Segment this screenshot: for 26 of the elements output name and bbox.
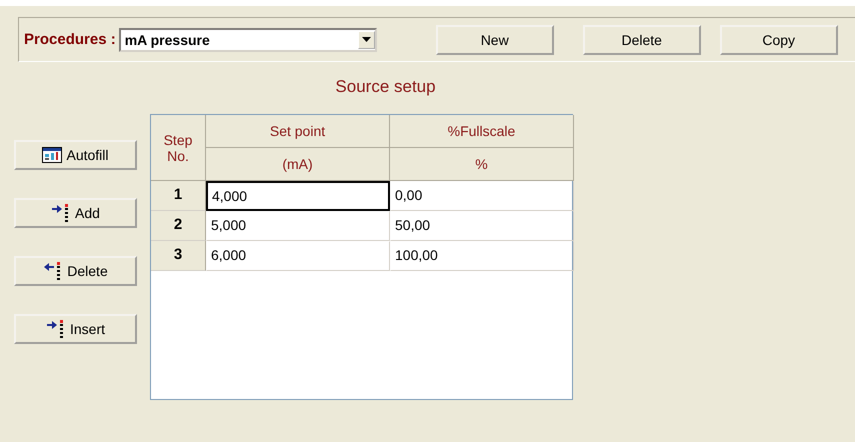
row-header[interactable]: 2 — [151, 211, 206, 241]
column-header: %Fullscale — [390, 115, 574, 148]
procedures-label: Procedures : — [24, 31, 116, 48]
toolbar-button[interactable]: New — [436, 24, 554, 54]
table-cell[interactable]: 100,00 — [390, 241, 574, 271]
autofill-button[interactable]: Autofill — [14, 140, 137, 170]
unit-header: % — [390, 148, 574, 181]
right-arrow-icon — [46, 319, 66, 339]
table-cell[interactable]: 6,000 — [206, 241, 390, 271]
procedure-dropdown[interactable]: mA pressure — [118, 28, 377, 52]
column-header: Set point — [206, 115, 390, 148]
insert-button[interactable]: Insert — [14, 314, 137, 344]
row-header[interactable]: 1 — [151, 181, 206, 211]
add-button[interactable]: Add — [14, 198, 137, 228]
row-header[interactable]: 3 — [151, 241, 206, 271]
unit-header: (mA) — [206, 148, 390, 181]
toolbar-button[interactable]: Copy — [720, 24, 838, 54]
delete-button[interactable]: Delete — [14, 256, 137, 286]
table-cell[interactable]: 0,00 — [390, 181, 574, 211]
table-cell[interactable]: 50,00 — [390, 211, 574, 241]
column-header: Step No. — [151, 115, 206, 181]
table-cell[interactable]: 5,000 — [206, 211, 390, 241]
table-icon — [42, 147, 62, 163]
section-title: Source setup — [334, 77, 437, 97]
table-cell[interactable]: 4,000 — [206, 181, 390, 211]
toolbar-button[interactable]: Delete — [582, 24, 701, 54]
